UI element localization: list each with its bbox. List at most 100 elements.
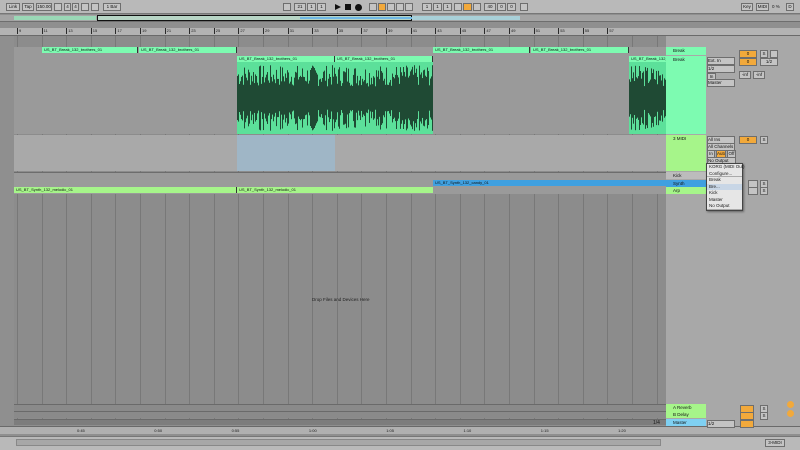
metronome-toggle-icon[interactable] — [91, 3, 99, 11]
session-record-icon[interactable] — [405, 3, 413, 11]
time-sig-numerator[interactable]: 4 — [64, 3, 71, 11]
break-arm[interactable] — [770, 50, 778, 58]
waveform-sample — [650, 79, 651, 117]
midi-solo[interactable]: S — [760, 136, 768, 144]
track-name-synth[interactable]: Synth — [666, 180, 706, 187]
ruler-label: 57 — [609, 28, 614, 33]
lane-midi[interactable] — [14, 135, 666, 171]
time-ruler[interactable]: 0:45 0:50 0:55 1:00 1:05 1:10 1:15 1:20 — [0, 426, 800, 434]
tempo-field[interactable]: 150.00 — [36, 3, 52, 11]
track-name-break[interactable]: Break — [666, 47, 706, 54]
orange-circle-icon-2[interactable] — [787, 410, 794, 417]
draw-mode-icon[interactable] — [520, 3, 528, 11]
loop-toggle-icon[interactable] — [463, 3, 472, 11]
automation-arm-icon[interactable] — [378, 3, 386, 11]
waveform-sample — [291, 76, 292, 120]
loop-length-bar[interactable]: 40 — [484, 3, 496, 11]
metronome-icon[interactable] — [54, 3, 62, 11]
capture-icon[interactable] — [396, 3, 404, 11]
midi-activator[interactable]: 0 — [739, 136, 757, 144]
loop-start-bar[interactable]: 1 — [422, 3, 432, 11]
track-name-break-clip[interactable]: Break — [666, 56, 706, 134]
break-send-a[interactable]: -inf — [739, 71, 751, 79]
master-volume[interactable] — [740, 420, 754, 428]
orange-circle-icon-1[interactable] — [787, 401, 794, 408]
master-output[interactable]: 1/2 — [707, 420, 735, 428]
lane-reverb[interactable] — [14, 404, 666, 411]
arrangement-overview[interactable] — [0, 15, 800, 22]
lane-delay[interactable] — [14, 411, 666, 418]
break-input-channel[interactable]: 1/2 — [707, 65, 735, 73]
disk-indicator: D — [786, 3, 794, 11]
waveform-sample — [349, 82, 350, 114]
punch-in-icon[interactable] — [454, 3, 462, 11]
loop-start-beat[interactable]: 1 — [433, 3, 442, 11]
track-name-kick[interactable]: Kick — [666, 172, 706, 179]
arp-solo[interactable]: S — [760, 187, 768, 195]
break-volume[interactable]: 0 — [739, 58, 757, 66]
quantize-menu[interactable]: 1 Bar — [103, 3, 121, 11]
dropdown-item[interactable]: KORG (MIDI Out) — [707, 164, 745, 171]
status-input[interactable] — [16, 439, 661, 446]
break-solo[interactable]: S — [760, 50, 768, 58]
output-dropdown-menu[interactable]: KORG (MIDI Out) Configure... Break Bre... Ki… — [706, 163, 745, 211]
key-map-button[interactable]: Key — [741, 3, 753, 11]
arp-activator[interactable] — [748, 187, 758, 195]
time-selection[interactable] — [237, 135, 335, 171]
track-name-delay[interactable]: B Delay — [666, 411, 706, 418]
clip-arp-2[interactable]: US_BT_Synth_132_melodic_01 — [237, 187, 433, 193]
break-input-type[interactable]: Ext. In — [707, 57, 735, 65]
delay-activator[interactable] — [740, 412, 754, 420]
beat-ruler[interactable]: 9 11 13 15 17 19 21 23 25 27 29 31 33 35 37 39 41 43 45 47 4… — [0, 28, 800, 36]
clip-break-top-3[interactable]: US_BT_Break_132_brothers_01 — [433, 47, 530, 53]
waveform-sample — [285, 73, 286, 123]
ruler-tick — [312, 28, 314, 34]
overdub-icon[interactable] — [369, 3, 377, 11]
re-enable-automation-icon[interactable] — [387, 3, 395, 11]
tap-button[interactable]: Tap — [22, 3, 34, 11]
break-activator[interactable]: 0 — [739, 50, 757, 58]
clip-synth-candy[interactable]: US_BT_Synth_132_candy_01 — [433, 180, 666, 186]
waveform-sample — [346, 67, 347, 129]
break-pan[interactable]: 1/2 — [760, 58, 778, 66]
time-label: 0:45 — [77, 428, 85, 433]
dropdown-item[interactable]: No Output — [707, 203, 742, 210]
clip-break-top-2[interactable]: US_BT_Break_132_brothers_01 — [139, 47, 237, 53]
break-send-b[interactable]: -inf — [753, 71, 765, 79]
track-name-arp[interactable]: Arp — [666, 187, 706, 194]
waveform-sample — [239, 83, 240, 113]
ruler-label: 33 — [314, 28, 319, 33]
track-name-master[interactable]: Master — [666, 419, 706, 426]
loop-length-sixteenth[interactable]: 0 — [507, 3, 516, 11]
break-output[interactable]: Master — [707, 79, 735, 87]
clip-break-top-4[interactable]: US_BT_Break_132_brothers_01 — [531, 47, 629, 53]
clip-break-top-1[interactable]: US_BT_Break_132_brothers_01 — [42, 47, 138, 53]
position-bar[interactable]: 21 — [294, 3, 306, 11]
link-button[interactable]: Link — [6, 3, 20, 11]
loop-start-sixteenth[interactable]: 1 — [443, 3, 452, 11]
punch-out-icon[interactable] — [473, 3, 481, 11]
delay-solo[interactable]: S — [760, 412, 768, 420]
zoom-label[interactable]: 1/4 — [653, 420, 660, 426]
record-icon[interactable] — [355, 4, 362, 11]
waveform-clip-3[interactable] — [629, 62, 666, 134]
track-name-reverb[interactable]: A Reverb — [666, 404, 706, 411]
track-name-midi[interactable]: 3 MIDI — [666, 135, 706, 171]
ruler-label: 25 — [215, 28, 221, 33]
stop-icon[interactable] — [345, 4, 351, 10]
lane-kick[interactable] — [14, 172, 666, 180]
follow-icon[interactable] — [283, 3, 291, 11]
play-icon[interactable] — [335, 4, 341, 10]
position-beat[interactable]: 1 — [307, 3, 316, 11]
waveform-sample — [364, 80, 365, 116]
clip-arp-1[interactable]: US_BT_Synth_132_melodic_01 — [14, 187, 237, 193]
waveform-clip-1[interactable] — [237, 62, 433, 134]
time-sig-denominator[interactable]: 4 — [72, 3, 79, 11]
lane-master[interactable] — [14, 419, 666, 425]
groove-icon[interactable] — [81, 3, 89, 11]
waveform-sample — [347, 81, 348, 115]
position-sixteenth[interactable]: 1 — [317, 3, 326, 11]
midi-map-button[interactable]: MIDI — [756, 3, 769, 11]
waveform-sample — [331, 84, 332, 112]
loop-length-beat[interactable]: 0 — [497, 3, 506, 11]
